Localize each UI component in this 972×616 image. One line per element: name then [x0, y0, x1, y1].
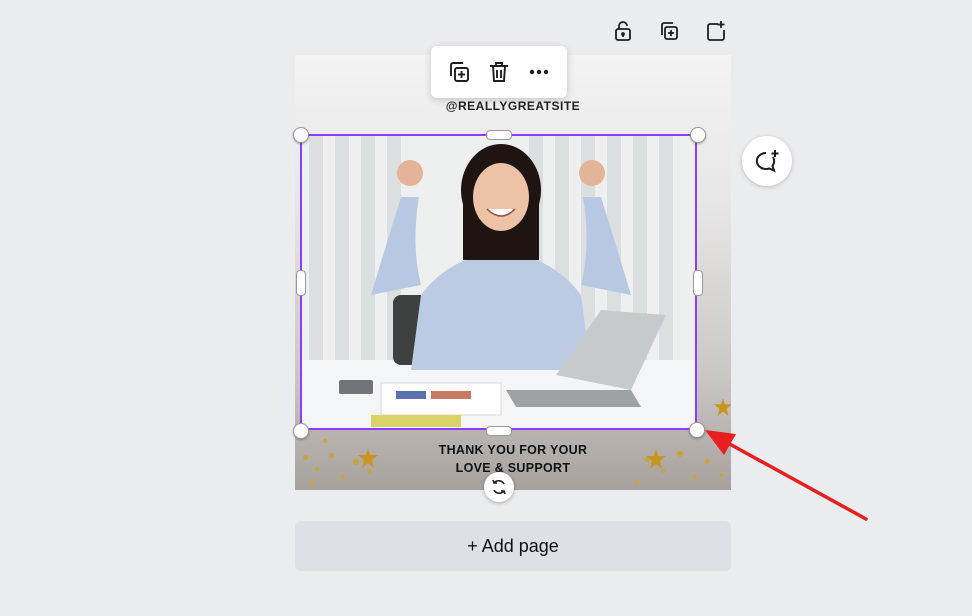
- thank-you-text: THANK YOU FOR YOUR LOVE & SUPPORT: [295, 441, 731, 477]
- confetti-dot: [635, 479, 639, 483]
- office-celebration-illustration: [301, 135, 697, 430]
- thank-you-line-1: THANK YOU FOR YOUR: [438, 443, 588, 457]
- rotate-button[interactable]: [484, 472, 514, 502]
- resize-handle-top-right[interactable]: [690, 127, 706, 143]
- add-comment-icon: [755, 150, 779, 173]
- resize-handle-left[interactable]: [296, 270, 306, 296]
- add-comment-button[interactable]: [742, 136, 792, 186]
- add-page-button[interactable]: + Add page: [295, 521, 731, 571]
- gold-bow-icon: [713, 397, 731, 417]
- page-toolbar: [610, 18, 728, 44]
- thank-you-line-2: LOVE & SUPPORT: [455, 461, 571, 475]
- more-icon[interactable]: [524, 57, 554, 87]
- resize-handle-top[interactable]: [486, 130, 512, 140]
- element-context-menu: [431, 46, 567, 98]
- resize-handle-bottom-right[interactable]: [689, 422, 705, 438]
- confetti-dot: [310, 481, 314, 485]
- resize-handle-bottom[interactable]: [486, 426, 512, 436]
- add-page-icon[interactable]: [702, 18, 728, 44]
- resize-handle-right[interactable]: [693, 270, 703, 296]
- resize-handle-top-left[interactable]: [293, 127, 309, 143]
- duplicate-icon[interactable]: [444, 57, 474, 87]
- selected-photo[interactable]: [301, 135, 697, 430]
- duplicate-page-icon[interactable]: [656, 18, 682, 44]
- rotate-icon: [492, 479, 506, 495]
- trash-icon[interactable]: [484, 57, 514, 87]
- handle-text: @REALLYGREATSITE: [445, 99, 581, 113]
- resize-handle-bottom-left[interactable]: [293, 423, 309, 439]
- lock-icon[interactable]: [610, 18, 636, 44]
